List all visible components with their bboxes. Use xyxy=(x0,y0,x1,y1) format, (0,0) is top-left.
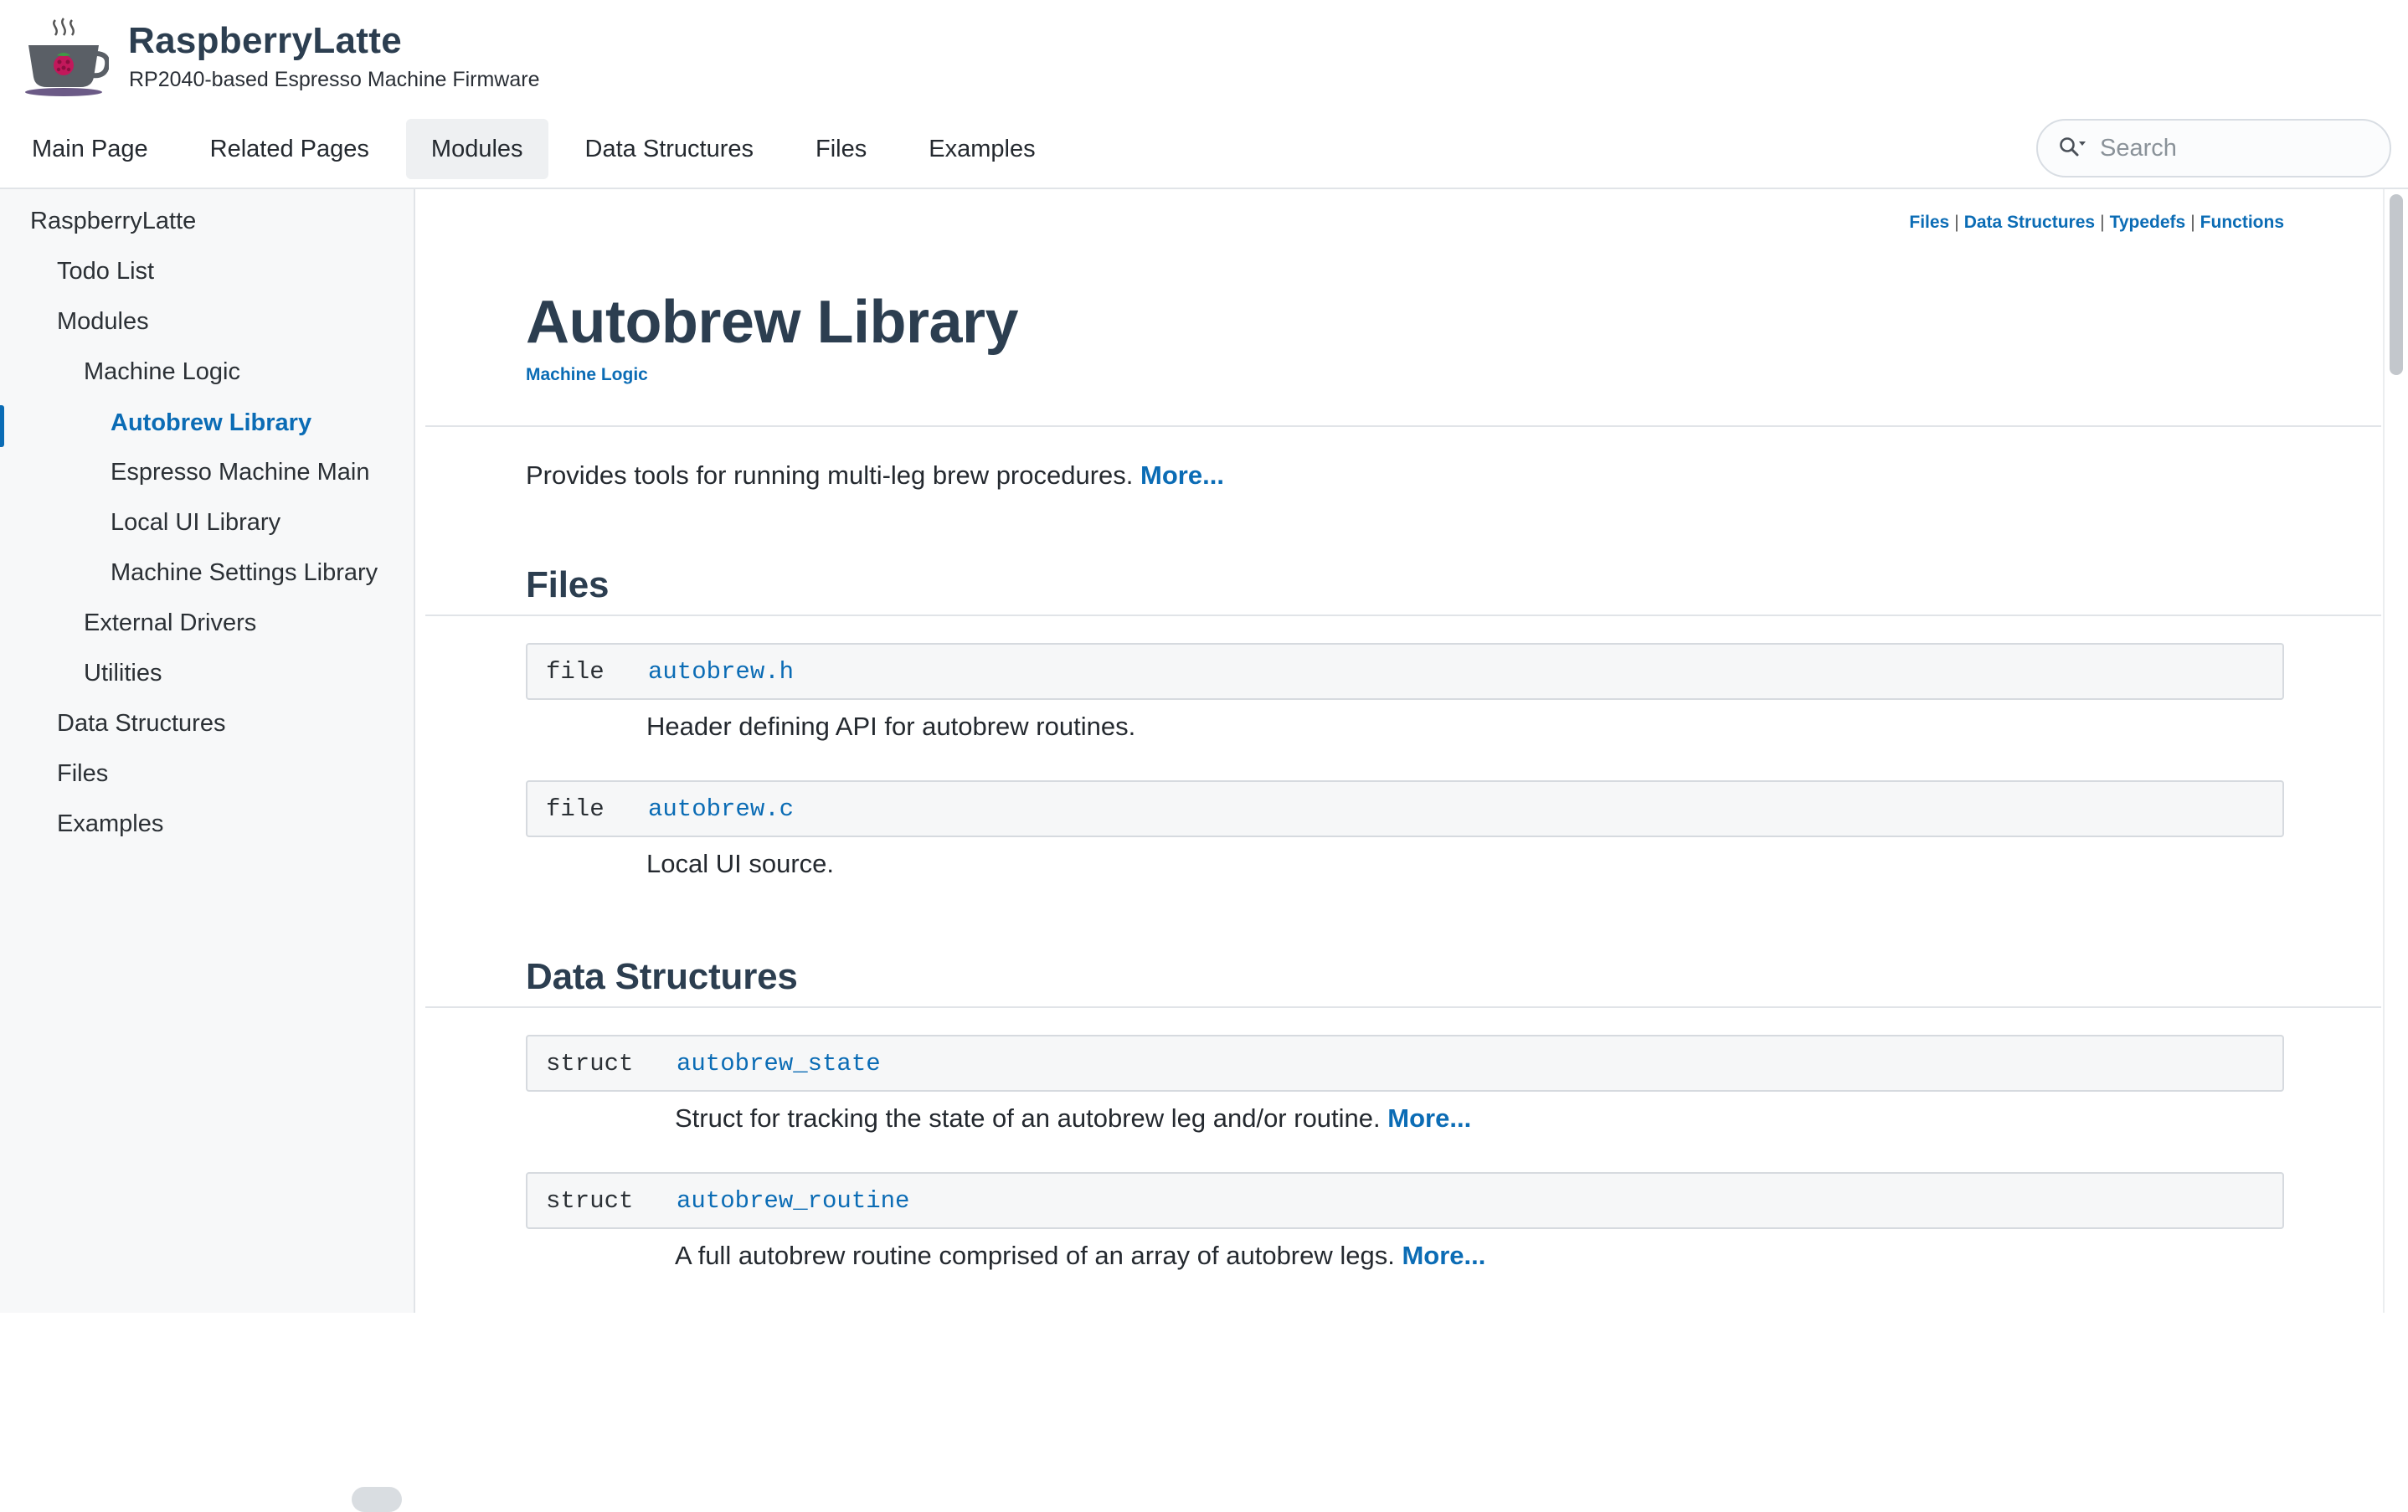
member-kind: struct xyxy=(546,1186,634,1215)
nav-related-pages[interactable]: Related Pages xyxy=(185,119,394,179)
nav-main-page[interactable]: Main Page xyxy=(7,119,173,179)
member-row: file autobrew.c xyxy=(526,780,2284,837)
member-description-text: A full autobrew routine comprised of an … xyxy=(675,1241,1395,1270)
sidebar-item-espresso-machine-main[interactable]: Espresso Machine Main xyxy=(111,459,369,486)
member-kind: struct xyxy=(546,1049,634,1077)
nav-files[interactable]: Files xyxy=(790,119,892,179)
member-link-autobrew-state[interactable]: autobrew_state xyxy=(677,1050,881,1077)
member-more-link[interactable]: More... xyxy=(1387,1103,1471,1133)
summary-link-data-structures[interactable]: Data Structures xyxy=(1964,213,2095,232)
divider xyxy=(425,615,2381,616)
sidebar-item-autobrew-library[interactable]: Autobrew Library xyxy=(111,409,311,437)
sidebar-item-utilities[interactable]: Utilities xyxy=(84,660,162,687)
sidebar-resize-handle[interactable] xyxy=(352,1487,402,1512)
summary-separator: | xyxy=(2100,213,2105,232)
member-kind: file xyxy=(546,795,605,823)
sidebar-item-todo-list[interactable]: Todo List xyxy=(57,258,154,285)
member-description: Local UI source. xyxy=(646,849,834,878)
brief-text: Provides tools for running multi-leg bre… xyxy=(526,460,1134,490)
member-link-autobrew-h[interactable]: autobrew.h xyxy=(648,658,794,686)
summary-links: Files | Data Structures | Typedefs | Functions xyxy=(1909,213,2284,233)
member-link-autobrew-c[interactable]: autobrew.c xyxy=(648,795,794,823)
brief-more-link[interactable]: More... xyxy=(1140,460,1224,490)
coffee-cup-raspberry-icon[interactable] xyxy=(22,17,109,97)
member-description: Header defining API for autobrew routine… xyxy=(646,712,1136,741)
search-box[interactable] xyxy=(2036,119,2391,177)
sidebar-item-files[interactable]: Files xyxy=(57,760,108,788)
member-row: struct autobrew_state xyxy=(526,1035,2284,1092)
nav-data-structures[interactable]: Data Structures xyxy=(560,119,779,179)
divider xyxy=(425,425,2381,427)
member-kind: file xyxy=(546,657,605,686)
member-row: file autobrew.h xyxy=(526,643,2284,700)
main-content: Files | Data Structures | Typedefs | Functions… xyxy=(417,189,2381,1313)
sidebar-tree: RaspberryLatte Todo List Modules Machine… xyxy=(0,189,415,1512)
sidebar-item-local-ui-library[interactable]: Local UI Library xyxy=(111,509,280,537)
page-title: Autobrew Library xyxy=(526,289,1019,356)
member-description: Struct for tracking the state of an auto… xyxy=(675,1103,1471,1134)
member-description: A full autobrew routine comprised of an … xyxy=(675,1241,1485,1271)
sidebar-item-external-drivers[interactable]: External Drivers xyxy=(84,609,256,637)
summary-separator: | xyxy=(1954,213,1959,232)
summary-link-typedefs[interactable]: Typedefs xyxy=(2110,213,2186,232)
page-brief: Provides tools for running multi-leg bre… xyxy=(526,460,1224,491)
section-heading-data-structures: Data Structures xyxy=(526,956,798,997)
sidebar-item-machine-logic[interactable]: Machine Logic xyxy=(84,358,240,386)
sidebar-item-data-structures[interactable]: Data Structures xyxy=(57,710,225,738)
search-input[interactable] xyxy=(2100,134,2368,162)
scrollbar-thumb[interactable] xyxy=(2390,194,2403,375)
sidebar-item-raspberrylatte[interactable]: RaspberryLatte xyxy=(30,208,196,235)
scrollbar[interactable] xyxy=(2383,189,2408,1313)
project-brief: RP2040-based Espresso Machine Firmware xyxy=(129,68,540,91)
member-link-autobrew-routine[interactable]: autobrew_routine xyxy=(677,1187,909,1215)
main-nav: Main Page Related Pages Modules Data Str… xyxy=(7,119,1073,179)
summary-separator: | xyxy=(2190,213,2195,232)
member-description-text: Struct for tracking the state of an auto… xyxy=(675,1103,1381,1133)
section-heading-files: Files xyxy=(526,564,610,605)
summary-link-files[interactable]: Files xyxy=(1909,213,1949,232)
ingroup-link[interactable]: Machine Logic xyxy=(526,365,648,385)
selected-item-marker xyxy=(0,405,4,447)
sidebar-item-modules[interactable]: Modules xyxy=(57,308,149,336)
sidebar-item-examples[interactable]: Examples xyxy=(57,810,163,838)
nav-modules[interactable]: Modules xyxy=(405,119,548,179)
header: RaspberryLatte RP2040-based Espresso Mac… xyxy=(0,0,2408,189)
nav-examples[interactable]: Examples xyxy=(903,119,1060,179)
project-name[interactable]: RaspberryLatte xyxy=(128,20,402,62)
member-more-link[interactable]: More... xyxy=(1402,1241,1485,1270)
summary-link-functions[interactable]: Functions xyxy=(2200,213,2284,232)
search-icon[interactable] xyxy=(2058,136,2086,161)
sidebar-item-machine-settings-library[interactable]: Machine Settings Library xyxy=(111,559,378,587)
member-row: struct autobrew_routine xyxy=(526,1172,2284,1229)
divider xyxy=(425,1006,2381,1008)
